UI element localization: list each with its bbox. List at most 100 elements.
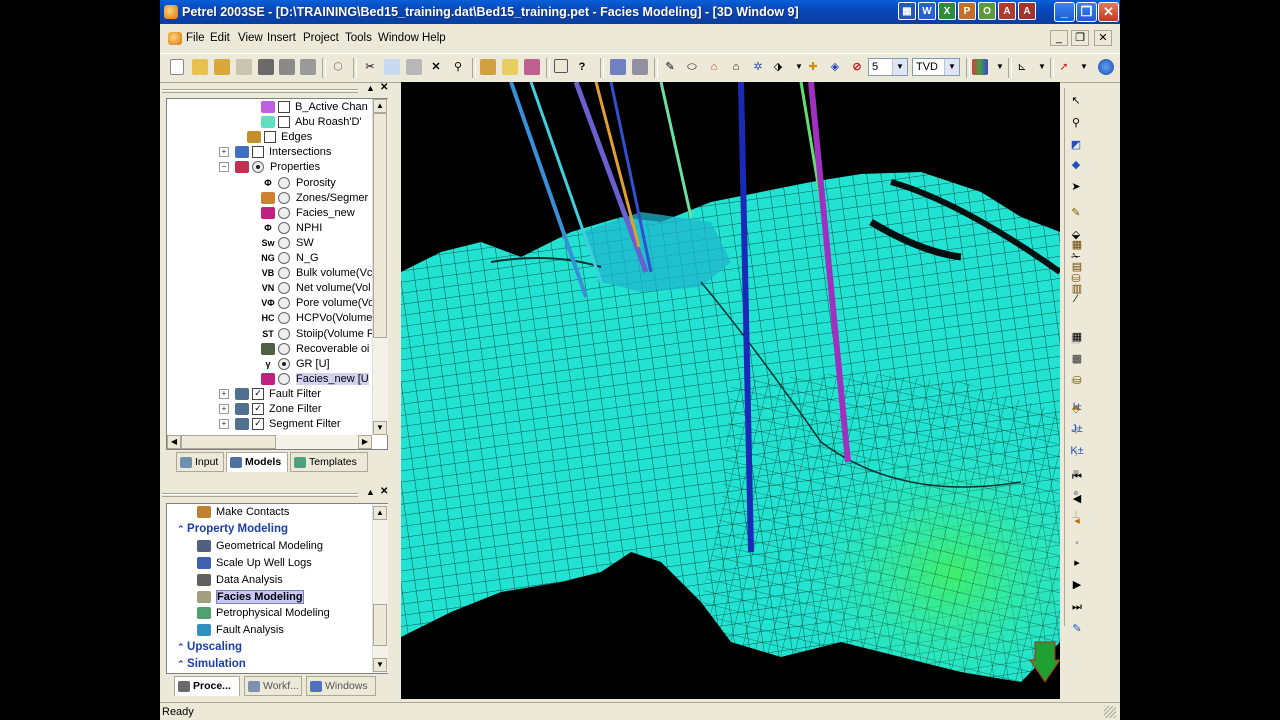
visibility-checkbox[interactable]: ✓ xyxy=(252,387,264,400)
menu-window[interactable]: Window xyxy=(378,32,419,44)
process-scroll-thumb[interactable] xyxy=(373,604,387,646)
visibility-radio[interactable] xyxy=(278,267,290,280)
save-icon[interactable] xyxy=(258,59,274,75)
tree-item[interactable]: Abu Roash'D' xyxy=(261,116,362,131)
no-entry-icon[interactable]: ⊘ xyxy=(849,59,865,75)
mdi-restore-button[interactable]: ❐ xyxy=(1071,30,1089,46)
target-icon[interactable]: ✚ xyxy=(805,59,821,75)
collapse-icon[interactable]: ⌃ xyxy=(177,659,187,669)
layer-icon[interactable]: ▦ xyxy=(1066,236,1088,254)
visibility-radio[interactable] xyxy=(278,252,290,265)
process-item[interactable]: Scale Up Well Logs xyxy=(197,557,312,573)
visibility-radio[interactable] xyxy=(278,282,290,295)
acrobat-icon[interactable]: A xyxy=(1018,2,1036,20)
visibility-radio[interactable] xyxy=(278,206,290,219)
visibility-radio[interactable] xyxy=(278,191,290,204)
collapse-icon[interactable]: ⌃ xyxy=(177,642,187,652)
panel-close-icon[interactable]: ✕ xyxy=(380,486,388,497)
find-icon[interactable]: ⚲ xyxy=(450,59,466,75)
step-next-icon[interactable]: ▶ xyxy=(1066,576,1088,594)
menu-insert[interactable]: Insert xyxy=(267,32,296,44)
process-item[interactable]: Make Contacts xyxy=(197,506,289,522)
app-tray-icon[interactable]: ▦ xyxy=(898,2,916,20)
tree-item[interactable]: Facies_new [U xyxy=(261,372,369,388)
k-slice-icon[interactable]: K± xyxy=(1066,442,1088,460)
chevron-down-icon[interactable]: ▼ xyxy=(892,59,907,75)
visibility-checkbox[interactable] xyxy=(264,131,276,144)
maximize-button[interactable]: ❐ xyxy=(1076,2,1097,22)
collapse-icon[interactable]: − xyxy=(219,162,229,173)
menu-view[interactable]: View xyxy=(238,32,263,44)
resize-grip-icon[interactable] xyxy=(1104,706,1116,718)
tree-item[interactable]: B_Active Chan xyxy=(261,101,368,116)
step-back-icon[interactable]: ◀ xyxy=(1066,490,1088,508)
minimize-button[interactable]: _ xyxy=(1054,2,1075,22)
step-forward-icon[interactable]: ▸ xyxy=(1066,554,1088,572)
edit-grid-icon[interactable]: ✎ xyxy=(1066,620,1088,638)
cube-icon[interactable]: ◆ xyxy=(1065,156,1087,174)
tree-item[interactable]: VB Bulk volume(Vc xyxy=(261,267,372,282)
step-mark-icon[interactable]: ◂ xyxy=(1066,512,1088,530)
panel-close-icon[interactable]: ✕ xyxy=(380,82,388,93)
close-button[interactable]: ✕ xyxy=(1098,2,1119,22)
visibility-radio[interactable] xyxy=(278,176,290,189)
camera-icon[interactable] xyxy=(632,59,648,75)
tree-scrollbar-h[interactable]: ◀ ▶ xyxy=(167,435,372,449)
select-icon[interactable] xyxy=(554,59,568,73)
tree-item[interactable]: VΦ Pore volume(Vo xyxy=(261,297,374,312)
exaggeration-combo[interactable]: 5 ▼ xyxy=(868,58,908,76)
visibility-radio[interactable] xyxy=(278,342,290,355)
process-group[interactable]: ⌃ Property Modeling xyxy=(177,523,288,539)
tree-item[interactable]: ST Stoiip(Volume F xyxy=(261,328,374,343)
tree-item[interactable]: Recoverable oi xyxy=(261,343,369,358)
process-item[interactable]: Geometrical Modeling xyxy=(197,540,323,556)
tab-input[interactable]: Input xyxy=(176,452,224,472)
axis-dropdown-icon[interactable]: ▼ xyxy=(1034,59,1050,75)
layer2-icon[interactable]: ▤ xyxy=(1066,258,1088,276)
process-group[interactable]: ⌃ Simulation xyxy=(177,658,246,674)
3d-grid-render[interactable] xyxy=(401,82,1060,699)
expand-icon[interactable]: + xyxy=(219,404,229,415)
pen-edit-icon[interactable]: ✎ xyxy=(662,59,678,75)
visibility-checkbox[interactable]: ✓ xyxy=(252,418,264,431)
open-project-icon[interactable] xyxy=(214,59,230,75)
tree-item[interactable]: + ✓ Zone Filter xyxy=(219,403,322,418)
cylinders-icon[interactable]: ⛁ xyxy=(1066,372,1088,390)
process-scrollbar-v[interactable]: ▲ ▼ xyxy=(372,504,388,673)
copy-icon[interactable] xyxy=(384,59,400,75)
delete-icon[interactable]: ✕ xyxy=(428,59,444,75)
mdi-minimize-button[interactable]: _ xyxy=(1050,30,1068,46)
menu-help[interactable]: Help xyxy=(422,32,446,44)
tree-scrollbar-v[interactable]: ▲ ▼ xyxy=(372,99,388,435)
rotate-icon[interactable]: ✲ xyxy=(750,59,766,75)
visibility-radio[interactable] xyxy=(278,297,290,310)
title-bar[interactable]: Petrel 2003SE - [D:\TRAINING\Bed15_train… xyxy=(160,0,1120,24)
scroll-right-icon[interactable]: ▶ xyxy=(358,435,372,449)
brush-icon[interactable]: ⬭ xyxy=(684,59,700,75)
scroll-down-icon[interactable]: ▼ xyxy=(373,421,387,435)
visibility-radio[interactable] xyxy=(278,312,290,325)
process-item[interactable]: Fault Analysis xyxy=(197,624,284,640)
word-icon[interactable]: W xyxy=(918,2,936,20)
menu-project[interactable]: Project xyxy=(303,32,339,44)
fit-icon[interactable]: ◈ xyxy=(827,59,843,75)
tree-item[interactable]: γ GR [U] xyxy=(261,358,330,373)
tree-item[interactable]: Sw SW xyxy=(261,237,314,252)
i-slice-icon[interactable]: I± xyxy=(1066,398,1088,416)
process-item[interactable]: Data Analysis xyxy=(197,574,283,590)
petrel-app-icon[interactable] xyxy=(164,5,178,19)
step-last-icon[interactable]: ⏭ xyxy=(1066,598,1088,616)
scroll-up-icon[interactable]: ▲ xyxy=(373,506,387,520)
menu-edit[interactable]: Edit xyxy=(210,32,230,44)
visibility-radio[interactable] xyxy=(278,221,290,234)
grid2-icon[interactable]: ▩ xyxy=(1066,350,1088,368)
tree-item[interactable]: Facies_new xyxy=(261,207,355,222)
help-pointer-icon[interactable]: ? xyxy=(574,59,590,75)
refresh-icon[interactable]: ⬡ xyxy=(330,59,346,75)
scroll-down-icon[interactable]: ▼ xyxy=(373,658,387,672)
transform-icon[interactable]: ⬗ xyxy=(770,59,786,75)
powerpoint-icon[interactable]: P xyxy=(958,2,976,20)
menu-tools[interactable]: Tools xyxy=(345,32,372,44)
mdi-close-button[interactable]: ✕ xyxy=(1094,30,1112,46)
process-group[interactable]: ⌃ Upscaling xyxy=(177,641,242,657)
